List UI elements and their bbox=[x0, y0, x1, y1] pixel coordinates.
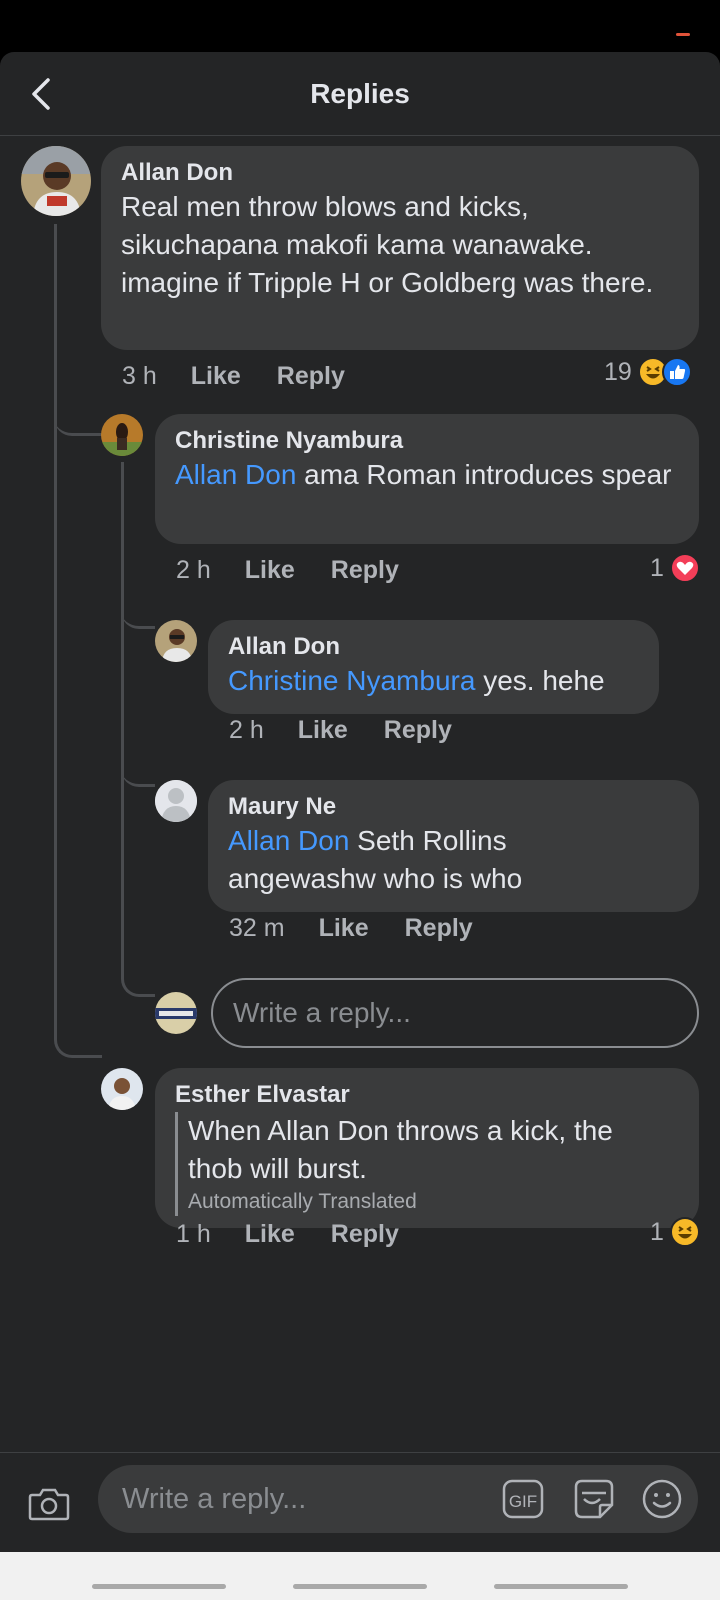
reaction-count: 19 bbox=[604, 357, 632, 386]
thread-line bbox=[121, 732, 155, 787]
reply-button[interactable]: Reply bbox=[277, 362, 345, 391]
thread-line bbox=[121, 462, 155, 997]
avatar[interactable] bbox=[155, 620, 197, 662]
reply-button[interactable]: Reply bbox=[331, 556, 399, 585]
status-bar bbox=[0, 0, 720, 52]
mention-link[interactable]: Christine Nyambura bbox=[228, 665, 475, 696]
reply-button[interactable]: Reply bbox=[384, 716, 452, 745]
svg-text:GIF: GIF bbox=[509, 1492, 537, 1511]
comment-text: Allan Don Seth Rollins angewashw who is … bbox=[228, 822, 648, 898]
reaction-summary[interactable]: 1 bbox=[650, 552, 700, 584]
gif-button[interactable]: GIF bbox=[502, 1479, 544, 1519]
mention-link[interactable]: Allan Don bbox=[228, 825, 349, 856]
thread-line bbox=[121, 572, 155, 629]
gif-icon: GIF bbox=[502, 1479, 544, 1519]
comment-text: Allan Don ama Roman introduces spear bbox=[175, 456, 675, 494]
comment-time[interactable]: 3 h bbox=[122, 362, 157, 391]
comment-time[interactable]: 2 h bbox=[176, 556, 211, 585]
mention-link[interactable]: Allan Don bbox=[175, 459, 296, 490]
thread-line bbox=[54, 352, 102, 436]
avatar[interactable] bbox=[155, 780, 197, 822]
comment-text-body: ama Roman introduces spear bbox=[296, 459, 672, 490]
love-reaction-icon bbox=[669, 553, 700, 583]
comment-author[interactable]: Allan Don bbox=[228, 632, 639, 662]
avatar[interactable] bbox=[101, 1068, 143, 1110]
composer-bar: Write a reply... GIF bbox=[0, 1452, 720, 1556]
avatar[interactable] bbox=[21, 146, 91, 216]
sticker-icon bbox=[574, 1479, 614, 1519]
comment-bubble[interactable]: Maury Ne Allan Don Seth Rollins angewash… bbox=[208, 780, 699, 912]
comment-text: Real men throw blows and kicks, sikuchap… bbox=[121, 191, 654, 298]
page-title: Replies bbox=[310, 78, 410, 109]
reaction-summary[interactable]: 19 bbox=[604, 356, 692, 388]
status-indicator bbox=[676, 33, 690, 36]
translated-block: When Allan Don throws a kick, the thob w… bbox=[175, 1112, 679, 1216]
comment-bubble[interactable]: Christine Nyambura Allan Don ama Roman i… bbox=[155, 414, 699, 544]
comment-actions: 2 h Like Reply bbox=[229, 714, 488, 746]
reaction-count: 1 bbox=[650, 553, 664, 582]
emoji-icon bbox=[642, 1479, 682, 1519]
comment-actions: 32 m Like Reply bbox=[229, 912, 509, 944]
comment-bubble[interactable]: Esther Elvastar When Allan Don throws a … bbox=[155, 1068, 699, 1228]
system-nav-bar bbox=[0, 1552, 720, 1600]
header: Replies bbox=[0, 52, 720, 136]
current-user-avatar bbox=[155, 992, 197, 1034]
sticker-button[interactable] bbox=[572, 1477, 616, 1521]
like-button[interactable]: Like bbox=[319, 914, 369, 943]
reaction-summary[interactable]: 1 bbox=[650, 1216, 700, 1248]
reaction-count: 1 bbox=[650, 1217, 664, 1246]
translation-note[interactable]: Automatically Translated bbox=[188, 1188, 679, 1216]
replies-sheet: Replies Allan Don Real men throw blows a… bbox=[0, 52, 720, 1600]
comment-time[interactable]: 32 m bbox=[229, 914, 285, 943]
haha-reaction-icon bbox=[669, 1217, 700, 1247]
comment-actions: 1 h Like Reply bbox=[176, 1218, 435, 1250]
comment-actions: 2 h Like Reply bbox=[176, 554, 435, 586]
comment-author[interactable]: Esther Elvastar bbox=[175, 1080, 679, 1110]
emoji-button[interactable] bbox=[640, 1477, 684, 1521]
thread-line bbox=[54, 224, 102, 1058]
comment-text-body: yes. hehe bbox=[475, 665, 605, 696]
like-button[interactable]: Like bbox=[191, 362, 241, 391]
reply-button[interactable]: Reply bbox=[405, 914, 473, 943]
comment-bubble[interactable]: Allan Don Christine Nyambura yes. hehe bbox=[208, 620, 659, 714]
comment-actions: 3 h Like Reply bbox=[122, 360, 381, 392]
comment-time[interactable]: 1 h bbox=[176, 1220, 211, 1249]
camera-icon bbox=[28, 1488, 70, 1521]
comment-author[interactable]: Christine Nyambura bbox=[175, 426, 679, 456]
camera-button[interactable] bbox=[26, 1481, 72, 1527]
comment-bubble[interactable]: Allan Don Real men throw blows and kicks… bbox=[101, 146, 699, 350]
comment-author[interactable]: Maury Ne bbox=[228, 792, 679, 822]
like-button[interactable]: Like bbox=[245, 556, 295, 585]
nav-recents-handle[interactable] bbox=[92, 1584, 226, 1589]
reply-button[interactable]: Reply bbox=[331, 1220, 399, 1249]
nav-back-handle[interactable] bbox=[494, 1584, 628, 1589]
comment-time[interactable]: 2 h bbox=[229, 716, 264, 745]
composer-placeholder: Write a reply... bbox=[122, 1482, 307, 1515]
like-button[interactable]: Like bbox=[245, 1220, 295, 1249]
comment-text: Christine Nyambura yes. hehe bbox=[228, 662, 639, 700]
reply-composer-input[interactable]: Write a reply... GIF bbox=[98, 1465, 698, 1533]
comment-author[interactable]: Allan Don bbox=[121, 158, 679, 188]
like-reaction-icon bbox=[661, 357, 692, 387]
avatar[interactable] bbox=[101, 414, 143, 456]
like-button[interactable]: Like bbox=[298, 716, 348, 745]
comment-text: When Allan Don throws a kick, the thob w… bbox=[188, 1115, 613, 1184]
nav-home-handle[interactable] bbox=[293, 1584, 427, 1589]
inline-reply-input[interactable]: Write a reply... bbox=[211, 978, 699, 1048]
